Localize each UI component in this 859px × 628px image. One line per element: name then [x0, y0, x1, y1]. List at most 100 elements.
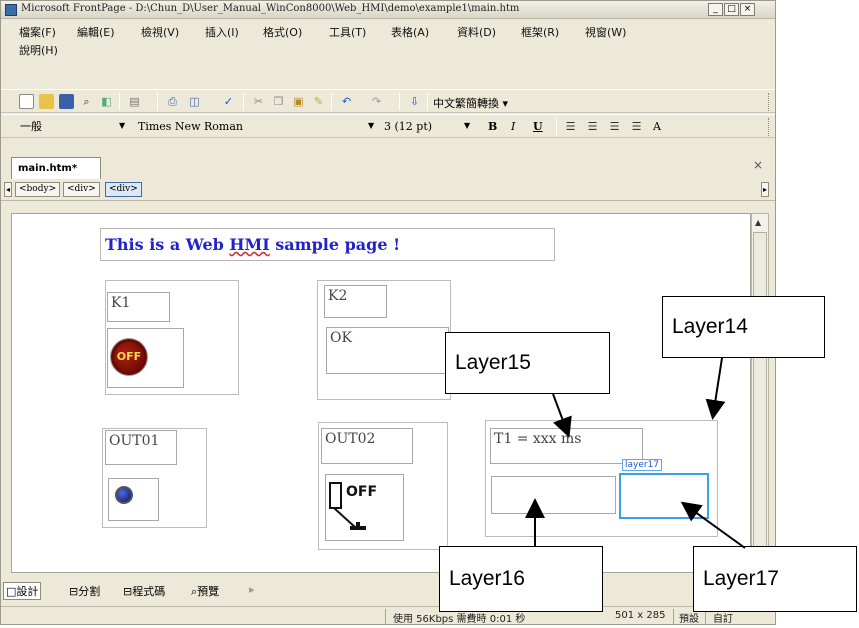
tag-div-selected[interactable]: <div>	[105, 182, 142, 197]
menu-frames[interactable]: 框架(R)	[521, 24, 559, 40]
preset-status[interactable]: 預設	[679, 610, 699, 624]
cut-icon[interactable]: ✂	[251, 94, 266, 109]
paste-icon[interactable]: ▣	[291, 94, 306, 109]
font-dropdown[interactable]: Times New Roman	[137, 118, 337, 135]
justify-icon[interactable]: ☰	[629, 119, 644, 134]
toolbar-grip[interactable]	[768, 93, 771, 111]
size-value: 3 (12 pt)	[384, 120, 433, 133]
toolbar-separator	[427, 93, 428, 110]
out02-label[interactable]: OUT02	[321, 428, 413, 464]
minimize-button[interactable]: _	[708, 3, 723, 16]
size-dropdown[interactable]: 3 (12 pt)	[383, 118, 443, 135]
font-value: Times New Roman	[138, 120, 243, 133]
close-icon[interactable]: ×	[753, 158, 763, 172]
tag-scroll-right-icon[interactable]: ▸	[761, 182, 770, 197]
print-icon[interactable]: ⎙	[165, 94, 180, 109]
chinese-convert-button[interactable]: 中文繁簡轉換 ▾	[433, 95, 508, 111]
tab-main-htm[interactable]: main.htm*	[11, 157, 101, 179]
spelling-icon[interactable]: ✓	[221, 94, 236, 109]
menu-window[interactable]: 視窗(W)	[585, 24, 626, 40]
toolbar-separator	[556, 118, 557, 135]
led-indicator-icon	[115, 486, 133, 504]
align-left-icon[interactable]: ☰	[563, 119, 578, 134]
scroll-up-icon[interactable]: ▲	[755, 218, 761, 227]
menu-tools[interactable]: 工具(T)	[329, 24, 366, 40]
view-split-button[interactable]: ⊟分割	[69, 583, 100, 599]
layout-icon[interactable]: ▤	[127, 94, 142, 109]
k2-status-ok[interactable]: OK	[326, 327, 449, 374]
callout-layer17: Layer17	[693, 546, 857, 612]
insert-down-icon[interactable]: ⇩	[407, 94, 422, 109]
layer17-tag: layer17	[622, 459, 663, 471]
frontpage-app-icon	[5, 4, 17, 16]
open-folder-icon[interactable]	[39, 94, 54, 109]
status-divider	[385, 609, 386, 624]
switch-lever-icon	[333, 507, 366, 530]
document-tab-bar: main.htm* ×	[1, 151, 775, 179]
chevron-down-icon[interactable]: ▼	[368, 121, 374, 130]
undo-icon[interactable]: ↶	[339, 94, 354, 109]
custom-status[interactable]: 自訂	[713, 610, 733, 624]
t1-label[interactable]: T1 = xxx ms	[490, 428, 643, 464]
tag-div[interactable]: <div>	[63, 182, 100, 197]
close-button[interactable]: ×	[740, 3, 755, 16]
scrollbar-thumb[interactable]	[753, 232, 767, 552]
standard-toolbar: ⌕ ◧ ▤ ⎙ ◫ ✓ ✂ ❐ ▣ ✎ ↶ ↷ ⇩ 中文繁簡轉換 ▾	[1, 89, 775, 113]
callout-layer14: Layer14	[662, 296, 825, 358]
search-icon[interactable]: ⌕	[79, 94, 94, 109]
formatting-toolbar: 一般 ▼ Times New Roman ▼ 3 (12 pt) ▼ B I U…	[1, 114, 775, 138]
status-bar: 使用 56Kbps 需費時 0:01 秒 501 x 285 預設 自訂	[1, 606, 775, 624]
menu-view[interactable]: 檢視(V)	[141, 24, 179, 40]
align-right-icon[interactable]: ☰	[607, 119, 622, 134]
toolbar-separator	[243, 93, 244, 110]
print-preview-icon[interactable]: ◫	[187, 94, 202, 109]
k1-label[interactable]: K1	[107, 292, 170, 322]
redo-icon[interactable]: ↷	[369, 94, 384, 109]
vertical-scrollbar[interactable]: ▲	[751, 213, 769, 573]
title-bar: Microsoft FrontPage - D:\Chun_D\User_Man…	[1, 1, 775, 19]
chevron-down-icon[interactable]: ▼	[464, 121, 470, 130]
view-switcher: □設計 ⊟分割 ⊟程式碼 ⌕預覽 ▸	[1, 579, 775, 601]
chevron-down-icon[interactable]: ▼	[119, 121, 125, 130]
switch-off-label: OFF	[346, 484, 378, 500]
view-code-button[interactable]: ⊟程式碼	[123, 583, 165, 599]
status-divider	[673, 609, 674, 624]
menu-table[interactable]: 表格(A)	[391, 24, 429, 40]
align-center-icon[interactable]: ☰	[585, 119, 600, 134]
underline-button[interactable]: U	[533, 120, 543, 133]
page-heading[interactable]: This is a Web HMI sample page !	[100, 228, 555, 261]
bold-button[interactable]: B	[488, 120, 497, 133]
toolbar-separator	[119, 93, 120, 110]
view-design-button[interactable]: □設計	[3, 582, 42, 600]
new-page-icon[interactable]	[19, 94, 34, 109]
switch-contact-icon	[329, 482, 342, 509]
callout-layer16: Layer16	[439, 546, 603, 612]
menu-file[interactable]: 檔案(F)	[19, 24, 56, 40]
menu-data[interactable]: 資料(D)	[457, 24, 496, 40]
tag-scroll-left-icon[interactable]: ◂	[4, 182, 13, 197]
off-button-image[interactable]: OFF	[111, 339, 147, 375]
layer16-box[interactable]	[491, 476, 616, 514]
menu-insert[interactable]: 插入(I)	[205, 24, 239, 40]
copy-icon[interactable]: ❐	[271, 94, 286, 109]
menu-format[interactable]: 格式(O)	[263, 24, 302, 40]
k2-label[interactable]: K2	[324, 285, 387, 318]
tag-body[interactable]: <body>	[15, 182, 61, 197]
format-painter-icon[interactable]: ✎	[311, 94, 326, 109]
font-size-increase-button[interactable]: A	[653, 120, 661, 133]
italic-button[interactable]: I	[511, 120, 515, 133]
save-icon[interactable]	[59, 94, 74, 109]
menu-edit[interactable]: 編輯(E)	[77, 24, 115, 40]
toolbar-grip[interactable]	[768, 118, 771, 136]
menu-help[interactable]: 說明(H)	[19, 42, 58, 58]
publish-icon[interactable]: ◧	[99, 94, 114, 109]
toolbar-separator	[157, 93, 158, 110]
out01-label[interactable]: OUT01	[105, 430, 177, 465]
maximize-button[interactable]: □	[724, 3, 739, 16]
callout-layer15: Layer15	[445, 332, 610, 394]
view-scroll-icon[interactable]: ▸	[249, 583, 255, 596]
page-size-status[interactable]: 501 x 285	[615, 610, 665, 621]
layer17-selected-box[interactable]	[619, 473, 709, 519]
view-preview-button[interactable]: ⌕預覽	[191, 583, 219, 599]
window-title: Microsoft FrontPage - D:\Chun_D\User_Man…	[21, 3, 520, 14]
